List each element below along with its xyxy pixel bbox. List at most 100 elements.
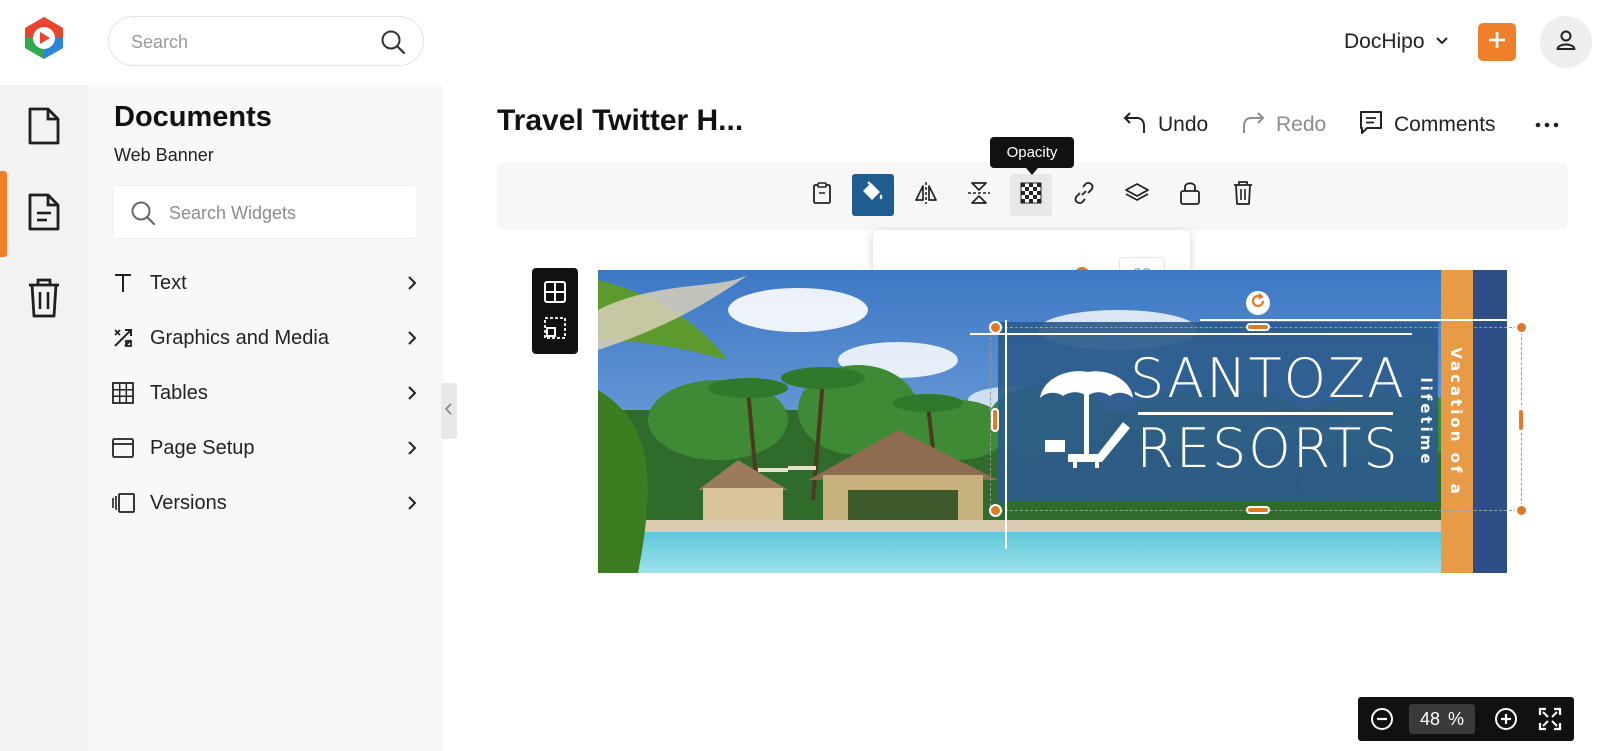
account-switcher[interactable]: DocHipo bbox=[1344, 27, 1449, 57]
zoom-control: 48 % bbox=[1358, 697, 1574, 741]
widget-search-input[interactable] bbox=[169, 200, 399, 226]
tool-clipboard[interactable] bbox=[801, 174, 843, 216]
chevron-right-icon bbox=[404, 385, 420, 401]
menu-item-label: Graphics and Media bbox=[150, 326, 329, 349]
versions-icon bbox=[110, 490, 136, 516]
tool-link[interactable] bbox=[1063, 174, 1105, 216]
zoom-unit: % bbox=[1448, 708, 1465, 729]
trash-icon bbox=[26, 277, 62, 324]
tool-flip-vertical[interactable] bbox=[958, 174, 1000, 216]
panel-subtitle: Web Banner bbox=[114, 145, 214, 165]
rotate-icon bbox=[1250, 292, 1266, 314]
comment-icon bbox=[1358, 109, 1384, 141]
select-area-icon[interactable] bbox=[543, 316, 567, 340]
resize-handle-bottom[interactable] bbox=[1246, 506, 1270, 514]
menu-item-label: Tables bbox=[150, 381, 208, 404]
comments-label: Comments bbox=[1394, 113, 1496, 136]
chevron-right-icon bbox=[404, 495, 420, 511]
chevron-down-icon bbox=[1435, 30, 1449, 54]
resize-handle-bottom-right[interactable] bbox=[1515, 504, 1528, 517]
zoom-value: 48 bbox=[1419, 708, 1440, 729]
zoom-in-icon[interactable] bbox=[1494, 707, 1518, 731]
template-icon bbox=[26, 192, 62, 237]
rail-documents[interactable] bbox=[0, 85, 88, 171]
graphics-icon bbox=[110, 325, 136, 351]
tool-lock[interactable] bbox=[1169, 174, 1211, 216]
snap-guide-vertical bbox=[1005, 320, 1007, 549]
clipboard-icon bbox=[810, 181, 834, 210]
fullscreen-icon[interactable] bbox=[1538, 707, 1562, 731]
tool-fill-color[interactable] bbox=[852, 174, 894, 216]
left-rail bbox=[0, 85, 88, 751]
tool-layers[interactable] bbox=[1116, 174, 1158, 216]
grid-icon[interactable] bbox=[543, 280, 567, 304]
menu-item-label: Versions bbox=[150, 491, 227, 514]
resize-handle-top-left[interactable] bbox=[989, 321, 1002, 334]
menu-item-text[interactable]: Text bbox=[110, 261, 420, 305]
document-title[interactable]: Travel Twitter H... bbox=[497, 104, 743, 138]
chevron-right-icon bbox=[404, 440, 420, 456]
more-options-button[interactable] bbox=[1534, 112, 1560, 138]
menu-item-graphics[interactable]: Graphics and Media bbox=[110, 316, 420, 360]
resize-handle-bottom-left[interactable] bbox=[989, 504, 1002, 517]
flip-horizontal-icon bbox=[913, 180, 939, 211]
fill-color-icon bbox=[860, 180, 886, 211]
chevron-right-icon bbox=[404, 275, 420, 291]
resize-handle-top[interactable] bbox=[1246, 323, 1270, 331]
user-icon bbox=[1554, 28, 1578, 57]
zoom-level[interactable]: 48 % bbox=[1409, 704, 1475, 734]
resize-handle-top-right[interactable] bbox=[1515, 321, 1528, 334]
tool-flip-horizontal[interactable] bbox=[905, 174, 947, 216]
redo-icon bbox=[1240, 109, 1266, 141]
menu-item-versions[interactable]: Versions bbox=[110, 481, 420, 525]
undo-button[interactable]: Undo bbox=[1122, 110, 1208, 140]
undo-label: Undo bbox=[1158, 113, 1209, 136]
resize-handle-right[interactable] bbox=[1517, 408, 1525, 432]
account-name: DocHipo bbox=[1344, 30, 1425, 53]
plus-icon bbox=[1487, 30, 1507, 55]
snap-guide-top bbox=[1200, 319, 1520, 321]
panel-collapse-handle[interactable] bbox=[441, 383, 457, 439]
rotate-handle[interactable] bbox=[1246, 291, 1270, 315]
lock-icon bbox=[1178, 180, 1202, 211]
widget-search[interactable] bbox=[112, 185, 418, 239]
user-menu-button[interactable] bbox=[1540, 16, 1592, 68]
canvas-side-tools bbox=[532, 268, 578, 354]
menu-item-label: Page Setup bbox=[150, 436, 255, 459]
chevron-left-icon bbox=[444, 402, 454, 420]
zoom-out-icon[interactable] bbox=[1370, 707, 1394, 731]
menu-item-label: Text bbox=[150, 271, 187, 294]
tool-opacity[interactable] bbox=[1010, 174, 1052, 216]
text-icon bbox=[110, 270, 136, 296]
chevron-right-icon bbox=[404, 330, 420, 346]
menu-item-tables[interactable]: Tables bbox=[110, 371, 420, 415]
flip-vertical-icon bbox=[966, 180, 992, 211]
top-bar: DocHipo bbox=[0, 0, 1600, 85]
search-icon[interactable] bbox=[379, 28, 407, 56]
rail-trash[interactable] bbox=[0, 257, 88, 343]
opacity-icon bbox=[1020, 182, 1042, 209]
table-icon bbox=[110, 380, 136, 406]
delete-icon bbox=[1232, 180, 1254, 211]
selection-box bbox=[990, 327, 1522, 511]
dochipo-logo[interactable] bbox=[20, 14, 68, 62]
rail-templates[interactable] bbox=[0, 171, 88, 257]
panel-title: Documents bbox=[114, 101, 272, 133]
link-icon bbox=[1071, 180, 1097, 211]
documents-icon bbox=[26, 106, 62, 151]
widget-panel: Documents Web Banner Text Graphics and M… bbox=[88, 85, 443, 751]
global-search[interactable] bbox=[108, 16, 424, 66]
more-icon bbox=[1534, 122, 1560, 142]
add-button[interactable] bbox=[1478, 23, 1516, 61]
layers-icon bbox=[1124, 180, 1150, 211]
search-input[interactable] bbox=[131, 29, 361, 55]
resize-handle-left[interactable] bbox=[991, 408, 999, 432]
redo-button[interactable]: Redo bbox=[1240, 110, 1326, 140]
page-setup-icon bbox=[110, 435, 136, 461]
undo-icon bbox=[1122, 109, 1148, 141]
tool-delete[interactable] bbox=[1222, 174, 1264, 216]
redo-label: Redo bbox=[1276, 113, 1327, 136]
menu-item-page-setup[interactable]: Page Setup bbox=[110, 426, 420, 470]
comments-button[interactable]: Comments bbox=[1358, 110, 1496, 140]
search-icon bbox=[129, 199, 157, 227]
